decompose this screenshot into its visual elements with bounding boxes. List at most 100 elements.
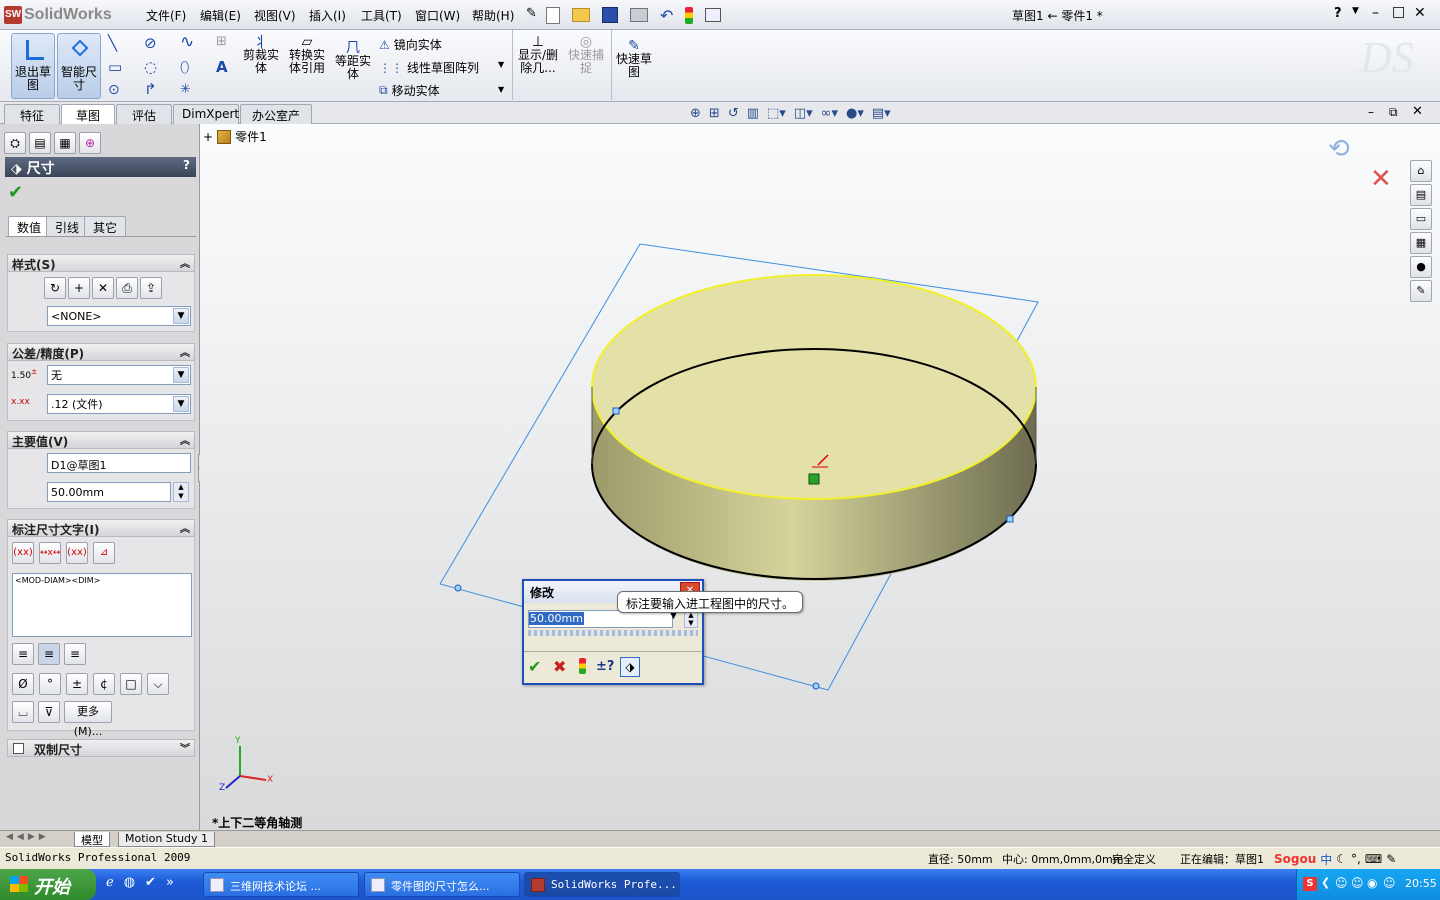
menu-edit[interactable]: 编辑(E) [196,7,245,24]
align-right-icon[interactable]: ≡ [64,643,86,665]
task-button-forum[interactable]: 三维网技术论坛 ... [203,872,359,897]
view-settings-icon[interactable]: ▤▾ [872,106,891,121]
restore-button[interactable]: □ [1392,4,1405,20]
more-symbols-button[interactable]: 更多(M)... [64,701,112,738]
home-icon[interactable]: ⌂ [1410,160,1432,182]
zoom-area-icon[interactable]: ⊞ [709,106,720,121]
appearance-icon[interactable]: ●▾ [846,106,864,121]
task-button-question[interactable]: 零件图的尺寸怎么... [364,872,520,897]
menu-help[interactable]: 帮助(H) [468,7,518,24]
diameter-symbol-button[interactable]: Ø [12,673,34,695]
appearances-icon[interactable]: ● [1410,256,1432,278]
circle-tool-icon[interactable]: ⊘ [144,34,157,52]
hide-show-icon[interactable]: ∞▾ [821,106,838,121]
subtab-value[interactable]: 数值 [8,216,51,236]
display-delete-relations-button[interactable]: ⊥ 显示/删除几... [516,35,560,75]
collapse-icon[interactable]: ︽ [180,344,190,359]
start-button[interactable]: 开始 [0,869,96,900]
feature-manager-tab-icon[interactable]: ⛭ [4,132,26,154]
network-icon[interactable]: ◉ [1367,876,1377,890]
dual-dimension-checkbox[interactable] [13,743,24,754]
align-left-icon[interactable]: ≡ [12,643,34,665]
dimxpert-manager-tab-icon[interactable]: ⊕ [79,132,101,154]
spline-tool-icon[interactable]: ∿ [180,32,194,52]
delete-style-icon[interactable]: ✕ [92,277,114,299]
configuration-manager-tab-icon[interactable]: ▦ [54,132,76,154]
modify-ok-icon[interactable]: ✔ [528,657,541,676]
print-icon[interactable] [630,8,648,22]
offset-text-icon[interactable]: ⊿ [93,542,115,564]
depth-symbol-button[interactable]: ⊽ [38,701,60,723]
centerline-symbol-button[interactable]: ¢ [93,673,115,695]
degree-symbol-button[interactable]: ° [39,673,61,695]
move-dropdown-icon[interactable]: ▼ [498,85,504,94]
trim-button[interactable]: ⺦ 剪裁实体 [243,35,279,75]
zoom-to-fit-icon[interactable]: ⊕ [690,106,701,121]
options-icon[interactable] [705,8,722,22]
moon-icon[interactable]: ☾ [1336,852,1347,866]
pattern-dropdown-icon[interactable]: ▼ [498,60,504,69]
line-tool-icon[interactable]: ╲ [108,34,117,52]
qq-icon[interactable]: ☺ [1383,876,1396,890]
exit-sketch-button[interactable]: 退出草图 [11,33,55,99]
rapid-sketch-button[interactable]: ✎ 快速草图 [614,39,654,79]
confirmation-cancel-icon[interactable]: ✕ [1370,164,1392,194]
menu-insert[interactable]: 插入(I) [305,7,350,24]
plane-vertex[interactable] [454,584,462,592]
subtab-other[interactable]: 其它 [84,216,127,236]
inspection-dimension-icon[interactable]: (xx) [66,542,88,564]
tab-motion-study[interactable]: Motion Study 1 [118,832,216,847]
rectangle-tool-icon[interactable]: ▭ [108,58,122,76]
save-icon[interactable] [602,7,618,23]
clock[interactable]: 20:55 [1405,877,1437,890]
sogou-ime-bar[interactable]: Sogou 中 ☾ °, ⌨ ✎ [1274,849,1440,869]
center-dimension-icon[interactable]: ↔x↔ [39,542,61,564]
menu-window[interactable]: 窗口(W) [411,7,464,24]
tab-dimxpert[interactable]: DimXpert [173,104,239,124]
collapse-icon[interactable]: ︽ [180,255,190,270]
tray-expand-icon[interactable]: ❮ [1321,876,1330,889]
punctuation-icon[interactable]: °, [1351,852,1361,866]
doc-close-button[interactable]: ✕ [1412,104,1423,119]
tab-model[interactable]: 模型 [74,832,110,847]
dimension-name-field[interactable]: D1@草图1 [47,453,191,473]
tools-icon[interactable]: ✎ [1386,852,1396,866]
apply-default-style-icon[interactable]: ↻ [44,277,66,299]
undo-icon[interactable]: ↶ [660,6,673,25]
save-style-icon[interactable]: ⎙ [116,277,138,299]
value-spinner[interactable]: ▲ ▼ [173,482,189,502]
help-dropdown-icon[interactable]: ▼ [1352,6,1359,16]
modify-rebuild-icon[interactable] [579,658,586,674]
task-button-solidworks[interactable]: SolidWorks Profe... [524,872,680,897]
subtab-leaders[interactable]: 引线 [46,216,89,236]
doc-restore-button[interactable]: ⧉ [1389,105,1398,120]
rebuild-icon[interactable] [685,6,694,24]
centerline-tool-icon[interactable]: ✳ [180,82,191,97]
view-palette-icon[interactable]: ▦ [1410,232,1432,254]
precision-combo[interactable]: .12 (文件) ▼ [47,394,191,414]
section-view-icon[interactable]: ▥ [747,106,759,121]
qq-icon[interactable]: ☺ [1351,876,1364,890]
add-style-icon[interactable]: + [68,277,90,299]
arc-tool-icon[interactable]: ◌ [144,58,157,76]
style-section-header[interactable]: 样式(S) ︽ [7,254,195,272]
menu-view[interactable]: 视图(V) [250,7,300,24]
tab-features[interactable]: 特征 [4,104,60,124]
dimension-text-area[interactable]: <MOD-DIAM><DIM> [12,573,192,637]
ime-mode[interactable]: 中 [1320,851,1332,868]
quick-launch-overflow-icon[interactable]: » [166,875,174,890]
modify-reverse-sense-button[interactable]: ±? [596,659,614,674]
fillet-tool-icon[interactable]: ↱ [144,80,157,98]
load-style-icon[interactable]: ⇪ [140,277,162,299]
dual-dimension-section-header[interactable]: 双制尺寸 ︾ [7,739,195,757]
circle-handle-point[interactable] [1006,515,1014,523]
align-center-icon[interactable]: ≡ [38,643,60,665]
mirror-entities-button[interactable]: ⚠ 镜向实体 [379,36,442,53]
modify-cancel-icon[interactable]: ✖ [553,657,566,676]
confirmation-exit-sketch-icon[interactable]: ⟲ [1328,134,1350,164]
keyboard-icon[interactable]: ⌨ [1365,852,1382,866]
ie-icon[interactable]: ℯ [106,875,114,890]
solidworks-logo[interactable]: SW SolidWorks [4,4,124,26]
primary-value-section-header[interactable]: 主要值(V) ︽ [7,431,195,449]
plane-vertex[interactable] [812,682,820,690]
